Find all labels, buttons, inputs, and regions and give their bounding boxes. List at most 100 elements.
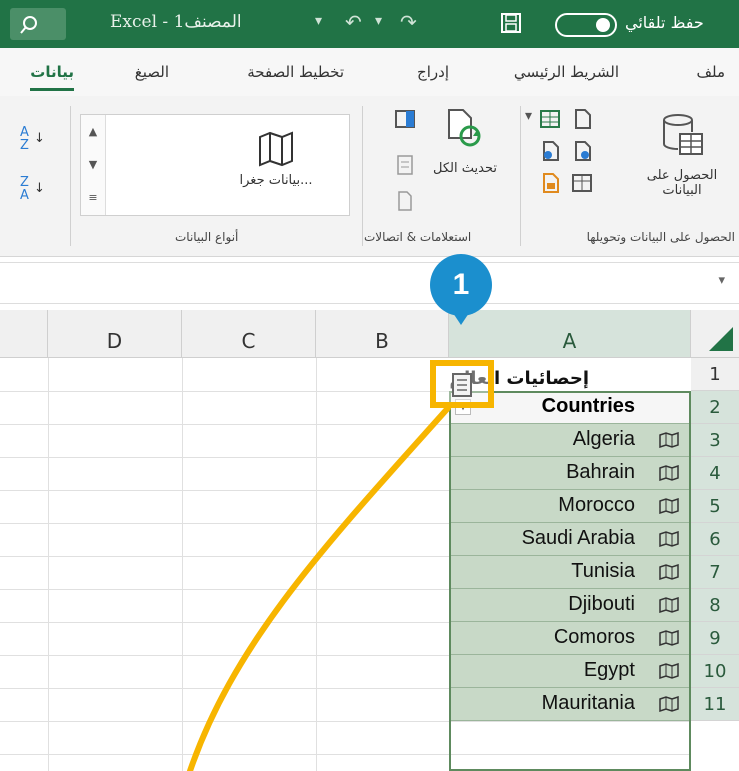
country-cell[interactable]: Djibouti	[449, 589, 691, 622]
column-header-c[interactable]: C	[182, 310, 316, 358]
country-name: Comoros	[553, 626, 635, 648]
row-header[interactable]: 1	[691, 358, 739, 391]
undo-icon[interactable]: ↶	[345, 10, 362, 34]
country-name: Djibouti	[568, 593, 635, 615]
map-icon[interactable]	[659, 597, 679, 613]
edit-links-icon[interactable]	[396, 190, 414, 212]
map-icon[interactable]	[659, 531, 679, 547]
properties-icon[interactable]	[396, 154, 414, 176]
geography-data-type[interactable]: بيانات جغرا...	[211, 125, 341, 205]
get-data-button[interactable]: الحصول على البيانات	[632, 106, 732, 216]
badge-pointer	[453, 313, 469, 325]
save-icon[interactable]	[500, 12, 522, 39]
map-icon[interactable]	[659, 630, 679, 646]
country-cell[interactable]: Bahrain	[449, 457, 691, 490]
country-name: Bahrain	[566, 461, 635, 483]
row-header[interactable]: 5	[691, 490, 739, 523]
undo-dropdown-icon[interactable]: ▾	[375, 13, 382, 29]
column-header-b[interactable]: B	[316, 310, 449, 358]
formula-bar[interactable]: ▾	[0, 262, 739, 304]
country-cell[interactable]: Morocco	[449, 490, 691, 523]
gallery-expand-icon[interactable]: ≡	[81, 181, 105, 214]
map-icon[interactable]	[659, 465, 679, 481]
sort-descending-button[interactable]: Z A ↓	[20, 176, 48, 204]
autosave-toggle[interactable]	[555, 13, 617, 37]
insert-data-highlight[interactable]	[430, 360, 494, 408]
gridline	[0, 754, 691, 755]
chevron-down-icon[interactable]: ▾	[718, 273, 725, 288]
column-header-stub[interactable]	[0, 310, 48, 358]
gridline	[182, 358, 183, 771]
row-header[interactable]: 6	[691, 523, 739, 556]
data-types-gallery: ▲ ▼ ≡ بيانات جغرا...	[80, 114, 350, 216]
toggle-knob	[596, 18, 610, 32]
row-header[interactable]: 2	[691, 391, 739, 424]
queries-pane-icon[interactable]	[394, 108, 416, 130]
column-header-d[interactable]: D	[48, 310, 182, 358]
row-header[interactable]: 7	[691, 556, 739, 589]
search-icon	[20, 16, 37, 34]
select-all-corner[interactable]	[691, 310, 739, 358]
row-header[interactable]: 8	[691, 589, 739, 622]
get-data-label: الحصول على البيانات	[646, 168, 718, 198]
country-cell[interactable]: Algeria	[449, 424, 691, 457]
ribbon-separator	[70, 106, 71, 246]
country-cell[interactable]: Saudi Arabia	[449, 523, 691, 556]
row-header[interactable]: 4	[691, 457, 739, 490]
existing-connection-icon[interactable]	[539, 172, 561, 194]
tab-insert[interactable]: إدراج	[417, 63, 449, 81]
country-name: Saudi Arabia	[521, 527, 635, 549]
map-icon	[259, 131, 293, 167]
scroll-down-icon[interactable]: ▼	[81, 148, 105, 181]
web-icon[interactable]	[539, 140, 561, 162]
queries-small-icons	[390, 108, 430, 218]
recent-source-icon[interactable]	[571, 140, 593, 162]
scroll-up-icon[interactable]: ▲	[81, 115, 105, 148]
data-source-icons: ▾	[525, 108, 625, 208]
from-table-icon[interactable]	[571, 172, 593, 194]
country-cell[interactable]: Egypt	[449, 655, 691, 688]
search-button[interactable]	[10, 8, 66, 40]
customize-toolbar-icon[interactable]: ▾	[315, 13, 322, 29]
tab-data[interactable]: بيانات	[30, 63, 74, 91]
column-name: Countries	[541, 395, 635, 417]
gridline	[316, 358, 317, 771]
map-icon[interactable]	[659, 432, 679, 448]
column-header-a[interactable]: A	[449, 310, 691, 358]
row-header[interactable]: 10	[691, 655, 739, 688]
country-cell[interactable]: Mauritania	[449, 688, 691, 721]
tab-file[interactable]: ملف	[696, 63, 725, 81]
row-header[interactable]: 9	[691, 622, 739, 655]
gridline	[48, 358, 49, 771]
map-icon[interactable]	[659, 696, 679, 712]
refresh-all-button[interactable]: تحديث الكل	[425, 106, 505, 216]
file-icon[interactable]	[571, 108, 593, 130]
map-icon[interactable]	[659, 663, 679, 679]
ribbon-separator	[520, 106, 521, 246]
map-icon[interactable]	[659, 498, 679, 514]
tab-formulas[interactable]: الصيغ	[135, 63, 169, 81]
tab-page-layout[interactable]: تخطيط الصفحة	[247, 63, 344, 81]
sort-ascending-button[interactable]: A Z ↓	[20, 126, 48, 154]
country-cell[interactable]: Tunisia	[449, 556, 691, 589]
redo-icon[interactable]: ↷	[400, 10, 417, 34]
row-header[interactable]: 11	[691, 688, 739, 721]
map-icon[interactable]	[659, 564, 679, 580]
gallery-scrollbar[interactable]: ▲ ▼ ≡	[81, 115, 106, 215]
title-bar: Excel - المصنف1 ▾ ↶ ▾ ↷ حفظ تلقائي	[0, 0, 739, 48]
dropdown-icon[interactable]: ▾	[525, 108, 532, 124]
country-name: Morocco	[558, 494, 635, 516]
database-icon	[663, 114, 703, 155]
ribbon-tabs: ملف الشريط الرئيسي إدراج تخطيط الصفحة ال…	[0, 48, 739, 96]
row-header[interactable]: 3	[691, 424, 739, 457]
country-cell[interactable]: Comoros	[449, 622, 691, 655]
step-number-badge: 1	[430, 254, 492, 316]
table-icon[interactable]	[539, 108, 561, 130]
window-title: Excel - المصنف1	[110, 12, 242, 32]
tab-home[interactable]: الشريط الرئيسي	[514, 63, 619, 81]
group-label-queries: استعلامات & اتصالات	[364, 230, 472, 244]
ribbon: الحصول على البيانات ▾ تحديث الكل ▲ ▼ ≡ ب…	[0, 96, 739, 257]
country-name: Egypt	[583, 659, 635, 681]
gridline	[0, 721, 691, 722]
sort-asc-icon: AZ	[20, 125, 29, 153]
